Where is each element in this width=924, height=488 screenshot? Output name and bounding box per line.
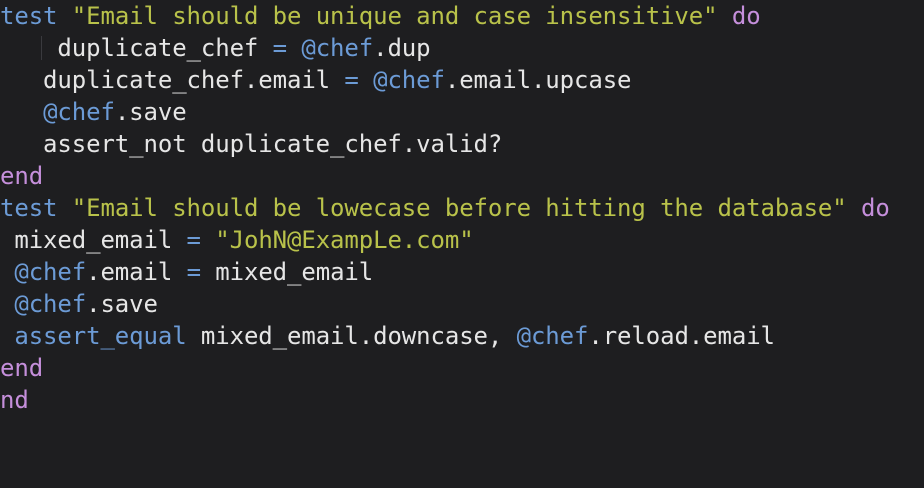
code-token-keyword: test: [0, 2, 58, 30]
code-token-ivar: @chef: [516, 322, 589, 350]
code-token-plain: .save: [86, 290, 158, 318]
code-token-keyword: test: [0, 194, 58, 222]
code-token-ivar: @chef: [14, 290, 87, 318]
code-token-string: "JohN@ExampLe.com": [215, 226, 474, 254]
code-token-plain: mixed_email: [200, 258, 374, 286]
code-token-end: end: [0, 354, 44, 382]
code-token-plain: duplicate_chef.email: [0, 66, 345, 94]
code-line: duplicate_chef = @chef.dup: [0, 32, 431, 64]
code-token-ivar: @chef: [14, 258, 87, 286]
code-token-end: nd: [0, 386, 29, 414]
code-token-end: do: [731, 2, 761, 30]
code-line: @chef.save: [0, 288, 158, 320]
code-token-string: "Email should be unique and case insensi…: [71, 2, 718, 30]
code-token-end: do: [860, 194, 890, 222]
code-line: end: [0, 160, 43, 192]
code-token-operator: =: [272, 34, 287, 62]
code-token-plain: mixed_email.downcase,: [186, 322, 517, 350]
code-line: nd: [0, 384, 29, 416]
code-token-operator: =: [186, 258, 201, 286]
code-editor[interactable]: test "Email should be unique and case in…: [0, 0, 924, 488]
code-token-ivar: @chef: [373, 66, 445, 94]
code-line: assert_equal mixed_email.downcase, @chef…: [0, 320, 775, 352]
code-token-plain: .dup: [373, 34, 431, 62]
code-token-ivar: @chef: [43, 98, 115, 126]
code-line: test "Email should be unique and case in…: [0, 0, 761, 32]
code-line: @chef.email = mixed_email: [0, 256, 373, 288]
code-token-ivar: @chef: [301, 34, 374, 62]
code-token-operator: =: [344, 66, 359, 94]
code-line: end: [0, 352, 43, 384]
code-token-plain: .email: [86, 258, 187, 286]
code-token-string: "Email should be lowecase before hitting…: [71, 194, 847, 222]
code-line: assert_not duplicate_chef.valid?: [0, 128, 502, 160]
code-token-plain: duplicate_chef: [0, 34, 273, 62]
code-token-plain: .email.upcase: [444, 66, 632, 94]
code-token-keyword: assert_equal: [14, 322, 187, 350]
code-token-plain: mixed_email: [0, 226, 187, 254]
code-token-plain: assert_not duplicate_chef.valid?: [0, 130, 503, 158]
code-token-plain: .save: [114, 98, 187, 126]
code-token-plain: .reload.email: [588, 322, 775, 350]
code-line: mixed_email = "JohN@ExampLe.com": [0, 224, 474, 256]
code-token-operator: =: [186, 226, 201, 254]
code-line: @chef.save: [0, 96, 187, 128]
code-line: test "Email should be lowecase before hi…: [0, 192, 890, 224]
code-token-end: end: [0, 162, 44, 190]
code-line: duplicate_chef.email = @chef.email.upcas…: [0, 64, 631, 96]
